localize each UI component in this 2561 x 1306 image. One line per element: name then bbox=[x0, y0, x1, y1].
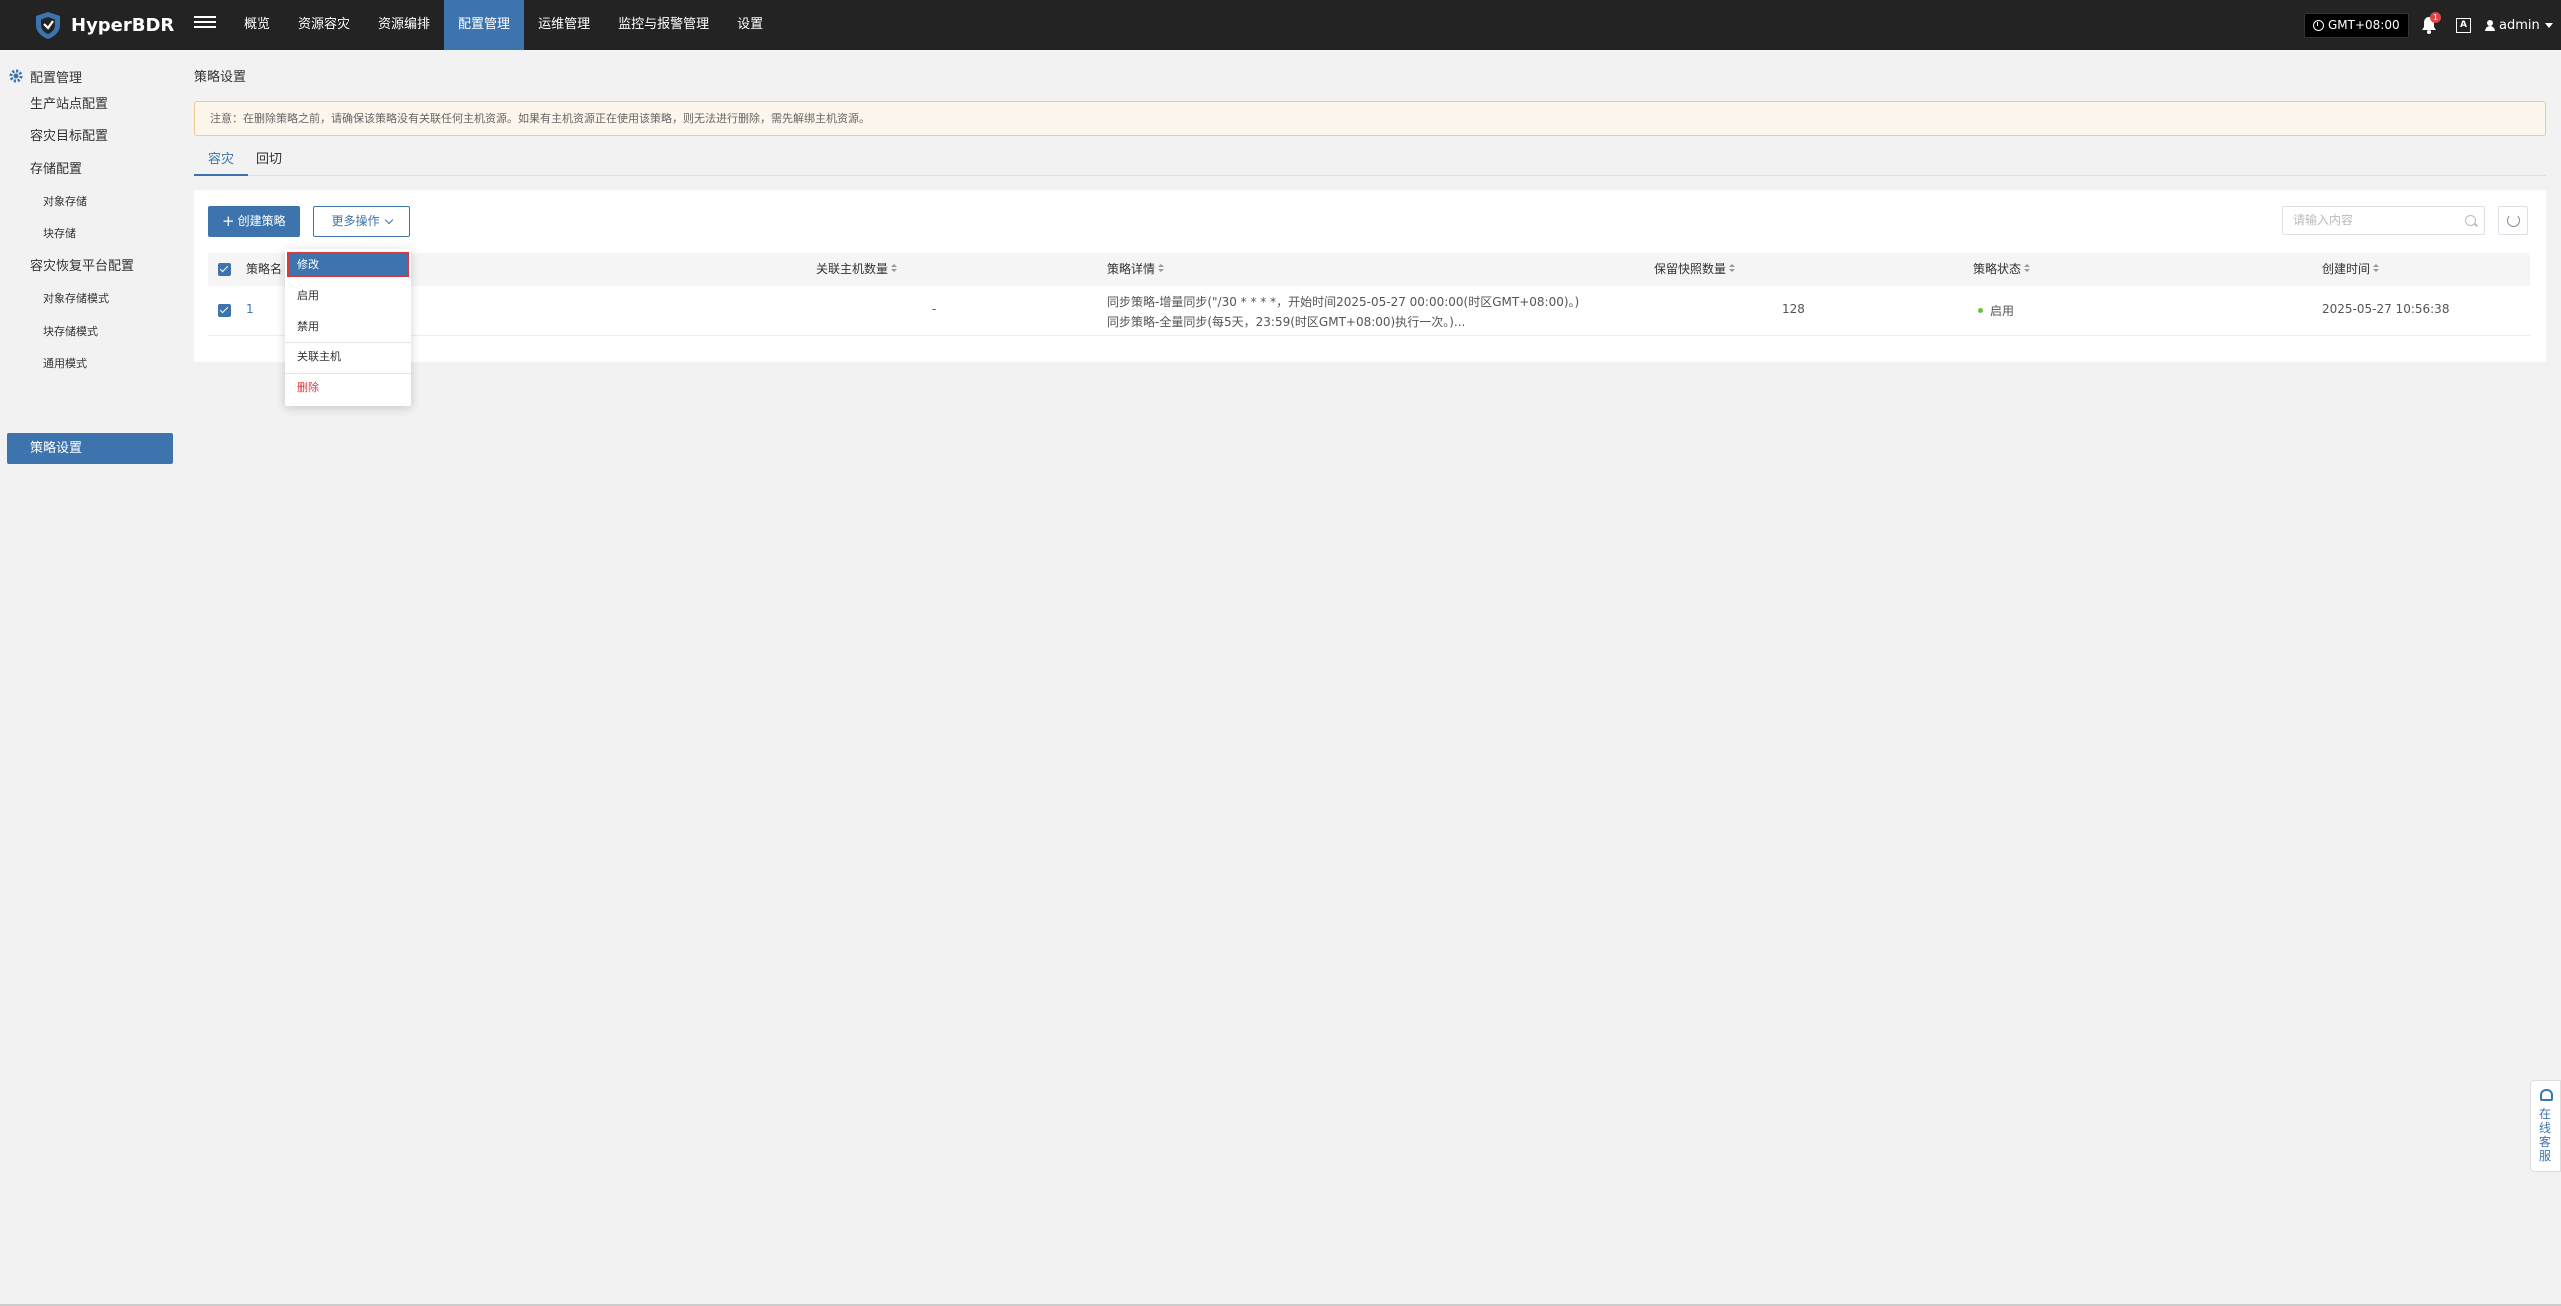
sort-icon[interactable] bbox=[1158, 264, 1165, 274]
snapshots-cell: 128 bbox=[1782, 302, 1805, 316]
menu-item-edit[interactable]: 修改 bbox=[287, 252, 409, 277]
refresh-button[interactable] bbox=[2498, 206, 2528, 235]
menu-item-disable[interactable]: 禁用 bbox=[285, 313, 411, 341]
row-checkbox[interactable] bbox=[218, 304, 231, 317]
status-label: 启用 bbox=[1990, 304, 2015, 318]
detail-line-2: 同步策略-全量同步(每5天，23:59(时区GMT+08:00)执行一次。)..… bbox=[1107, 315, 1466, 329]
column-header-status[interactable]: 策略状态 bbox=[1973, 253, 2031, 286]
sidebar-item-block-storage-mode[interactable]: 块存储模式 bbox=[43, 323, 98, 341]
search-placeholder: 请输入内容 bbox=[2293, 213, 2354, 227]
nav-ops-management[interactable]: 运维管理 bbox=[524, 0, 604, 50]
user-icon bbox=[2485, 19, 2495, 31]
timezone-button[interactable]: GMT+08:00 bbox=[2304, 13, 2409, 38]
sidebar-item-production-site[interactable]: 生产站点配置 bbox=[30, 95, 108, 115]
language-icon[interactable]: A bbox=[2456, 18, 2471, 33]
nav-resource-orchestration[interactable]: 资源编排 bbox=[364, 0, 444, 50]
refresh-icon bbox=[2507, 214, 2520, 227]
sidebar: 配置管理 生产站点配置 容灾目标配置 存储配置 对象存储 块存储 容灾恢复平台配… bbox=[0, 50, 180, 1306]
tab-disaster-recovery[interactable]: 容灾 bbox=[194, 149, 249, 176]
column-header-host-count[interactable]: 关联主机数量 bbox=[816, 253, 898, 286]
sidebar-section-header[interactable]: 配置管理 bbox=[8, 66, 82, 86]
gear-icon bbox=[9, 69, 23, 83]
shield-logo-icon bbox=[36, 12, 60, 39]
tab-bar: 容灾 回切 bbox=[194, 149, 2546, 176]
clock-icon bbox=[2313, 20, 2324, 31]
warning-notice: 注意：在删除策略之前，请确保该策略没有关联任何主机资源。如果有主机资源正在使用该… bbox=[194, 101, 2546, 136]
menu-item-delete[interactable]: 删除 bbox=[285, 374, 411, 402]
column-header-snapshots-label: 保留快照数量 bbox=[1654, 262, 1727, 276]
sidebar-item-dr-target[interactable]: 容灾目标配置 bbox=[30, 127, 108, 147]
create-policy-label: 创建策略 bbox=[237, 214, 286, 228]
sort-icon[interactable] bbox=[891, 264, 898, 274]
sort-icon[interactable] bbox=[1729, 264, 1736, 274]
create-policy-button[interactable]: + 创建策略 bbox=[208, 206, 300, 237]
menu-item-link-hosts[interactable]: 关联主机 bbox=[285, 343, 411, 371]
sort-icon[interactable] bbox=[2024, 264, 2031, 274]
top-bar: HyperBDR 概览 资源容灾 资源编排 配置管理 运维管理 监控与报警管理 … bbox=[0, 0, 2561, 50]
column-header-detail-label: 策略详情 bbox=[1107, 262, 1156, 276]
search-icon[interactable] bbox=[2465, 215, 2476, 226]
page-title: 策略设置 bbox=[194, 70, 247, 85]
sidebar-item-general-mode[interactable]: 通用模式 bbox=[43, 355, 87, 373]
nav-resource-dr[interactable]: 资源容灾 bbox=[284, 0, 364, 50]
user-menu[interactable]: admin bbox=[2485, 15, 2553, 35]
created-time-cell: 2025-05-27 10:56:38 bbox=[2322, 302, 2450, 316]
sidebar-item-storage[interactable]: 存储配置 bbox=[30, 160, 82, 180]
sidebar-item-object-storage[interactable]: 对象存储 bbox=[43, 193, 87, 211]
online-support-label: 在线客服 bbox=[2539, 1107, 2552, 1163]
nav-settings[interactable]: 设置 bbox=[723, 0, 777, 50]
nav-config-management[interactable]: 配置管理 bbox=[444, 0, 525, 50]
policy-name-link[interactable]: 1 bbox=[246, 302, 254, 316]
table-row[interactable]: 1 - 同步策略-增量同步("/30 * * * *，开始时间2025-05-2… bbox=[208, 286, 2530, 336]
policy-table-card: + 创建策略 更多操作 请输入内容 策略名 关联主机数量 策略详情 保留快照数量… bbox=[194, 190, 2546, 362]
column-header-snapshots[interactable]: 保留快照数量 bbox=[1654, 253, 1736, 286]
nav-overview[interactable]: 概览 bbox=[230, 0, 284, 50]
menu-toggle-icon[interactable] bbox=[194, 13, 216, 35]
timezone-label: GMT+08:00 bbox=[2328, 18, 2400, 32]
more-actions-button[interactable]: 更多操作 bbox=[313, 206, 410, 237]
status-dot-icon bbox=[1978, 308, 1983, 313]
main-nav: 概览 资源容灾 资源编排 配置管理 运维管理 监控与报警管理 设置 bbox=[230, 0, 777, 50]
more-actions-dropdown: 修改 启用 禁用 关联主机 删除 bbox=[285, 249, 411, 406]
sort-icon[interactable] bbox=[2373, 264, 2380, 274]
tab-failback[interactable]: 回切 bbox=[256, 149, 282, 176]
sidebar-item-object-storage-mode[interactable]: 对象存储模式 bbox=[43, 290, 109, 308]
sidebar-section-label: 配置管理 bbox=[30, 70, 83, 86]
caret-down-icon bbox=[2544, 22, 2553, 28]
column-header-host-count-label: 关联主机数量 bbox=[816, 262, 889, 276]
user-name: admin bbox=[2499, 17, 2540, 33]
menu-item-enable[interactable]: 启用 bbox=[285, 282, 411, 310]
column-header-status-label: 策略状态 bbox=[1973, 262, 2022, 276]
status-cell: 启用 bbox=[1978, 302, 2014, 319]
chevron-down-icon bbox=[384, 215, 393, 225]
column-header-created[interactable]: 创建时间 bbox=[2322, 253, 2380, 286]
headset-icon bbox=[2540, 1089, 2553, 1101]
select-all-checkbox[interactable] bbox=[218, 263, 231, 276]
table-header: 策略名 关联主机数量 策略详情 保留快照数量 策略状态 创建时间 bbox=[208, 253, 2530, 286]
column-header-created-label: 创建时间 bbox=[2322, 262, 2371, 276]
more-actions-label: 更多操作 bbox=[331, 214, 380, 228]
column-header-name[interactable]: 策略名 bbox=[246, 253, 282, 286]
sidebar-item-block-storage[interactable]: 块存储 bbox=[43, 225, 76, 243]
notification-badge: 1 bbox=[2430, 12, 2441, 23]
column-header-detail[interactable]: 策略详情 bbox=[1107, 253, 1165, 286]
search-input[interactable]: 请输入内容 bbox=[2282, 206, 2485, 235]
app-name: HyperBDR bbox=[71, 14, 175, 36]
host-count-cell: - bbox=[932, 302, 937, 316]
nav-monitoring-alerts[interactable]: 监控与报警管理 bbox=[604, 0, 723, 50]
logo[interactable]: HyperBDR bbox=[33, 10, 174, 40]
sidebar-item-policy-settings[interactable]: 策略设置 bbox=[7, 433, 173, 464]
sidebar-item-dr-platform[interactable]: 容灾恢复平台配置 bbox=[30, 257, 134, 277]
plus-icon: + bbox=[222, 212, 235, 230]
detail-line-1: 同步策略-增量同步("/30 * * * *，开始时间2025-05-27 00… bbox=[1107, 295, 1580, 309]
online-support-button[interactable]: 在线客服 bbox=[2530, 1080, 2561, 1172]
